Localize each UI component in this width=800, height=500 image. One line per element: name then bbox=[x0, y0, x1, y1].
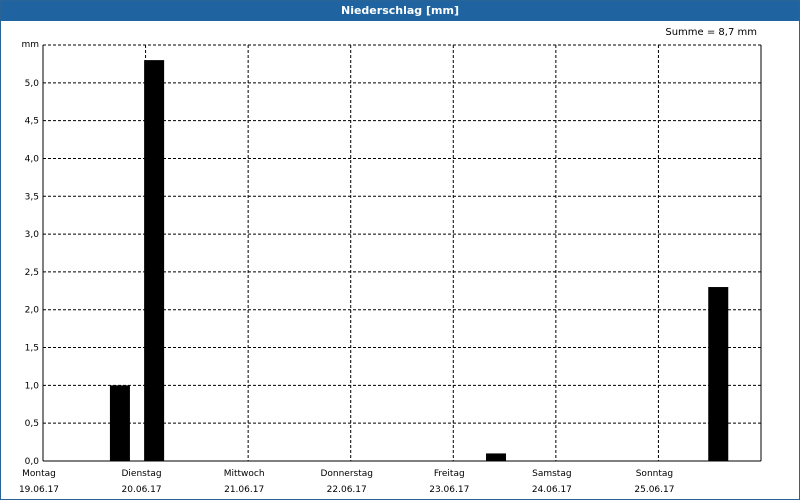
y-tick-label: 4,5 bbox=[25, 117, 39, 127]
x-tick-date: 22.06.17 bbox=[327, 485, 367, 495]
x-tick-weekday: Dienstag bbox=[122, 469, 162, 479]
chart-window: Niederschlag [mm] Summe = 8,7 mm 0,0 0,5 1… bbox=[0, 0, 800, 500]
y-tick-label: 0,0 bbox=[25, 457, 40, 467]
x-tick-date: 23.06.17 bbox=[429, 485, 469, 495]
x-tick-date: 25.06.17 bbox=[634, 485, 674, 495]
x-tick-weekday: Montag bbox=[22, 469, 56, 479]
bar bbox=[708, 287, 729, 461]
bar bbox=[109, 385, 130, 461]
bar bbox=[486, 453, 507, 461]
x-tick-date: 21.06.17 bbox=[224, 485, 264, 495]
y-tick-label: 2,0 bbox=[25, 306, 40, 316]
bar bbox=[144, 60, 165, 462]
x-tick-date: 19.06.17 bbox=[19, 485, 59, 495]
precipitation-chart: 0,0 0,5 1,0 1,5 2,0 2,5 3,0 3,5 4,0 4,5 5,0 mm Monta… bbox=[19, 40, 762, 495]
x-tick-weekday: Mittwoch bbox=[224, 469, 265, 479]
x-tick-weekday: Samstag bbox=[532, 469, 571, 479]
y-tick-label: 4,0 bbox=[25, 154, 40, 164]
x-tick-weekday: Freitag bbox=[434, 469, 465, 479]
y-tick-label: 5,0 bbox=[25, 79, 40, 89]
x-tick-weekday: Donnerstag bbox=[320, 469, 373, 479]
y-tick-label: 1,0 bbox=[25, 381, 40, 391]
y-tick-label: 3,0 bbox=[25, 230, 40, 240]
y-tick-label: 0,5 bbox=[25, 419, 39, 429]
x-tick-date: 24.06.17 bbox=[532, 485, 572, 495]
y-tick-label: 1,5 bbox=[25, 344, 39, 354]
y-axis-label: mm bbox=[21, 40, 39, 50]
x-tick-date: 20.06.17 bbox=[122, 485, 162, 495]
y-tick-label: 2,5 bbox=[25, 268, 39, 278]
x-tick-weekday: Sonntag bbox=[636, 469, 673, 479]
y-tick-label: 3,5 bbox=[25, 192, 39, 202]
